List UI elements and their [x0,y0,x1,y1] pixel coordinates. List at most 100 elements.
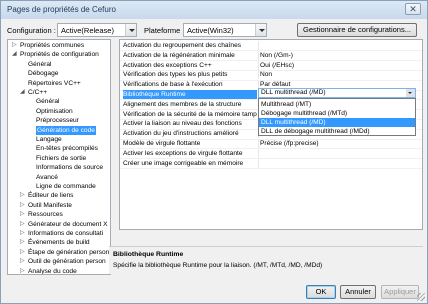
property-name: Activation de la régénération minimale [123,51,235,59]
cancel-button[interactable]: Annuler [340,285,376,299]
property-name: Créer une image corrigeable en mémoire [123,159,244,167]
tree-item[interactable]: Génération de code [36,125,96,135]
tree-item[interactable]: Débogage [28,69,58,78]
property-row[interactable]: Activation des exceptions C++ Oui (/EHsc) [120,60,422,70]
dropdown-option[interactable]: DLL de débogage multithread (/MDd) [259,127,415,136]
runtime-library-value: DLL multithread (/MD) [261,89,326,96]
expander-icon[interactable]: ▷ [20,229,25,238]
configuration-label: Configuration : [7,26,56,35]
property-name: Activation du jeu d'instructions amélior… [123,130,239,138]
tree-item[interactable]: Outil Manifeste [28,201,72,210]
tree-item[interactable]: Informations de source [36,163,103,172]
chevron-down-icon [125,24,136,36]
close-button[interactable]: ✕ [405,3,421,15]
tree-item[interactable]: Optimisation [36,107,73,116]
column-divider [258,60,259,70]
chevron-down-icon[interactable] [406,89,415,97]
runtime-library-select[interactable]: DLL multithread (/MD) [258,88,416,98]
ok-button[interactable]: OK [306,285,336,299]
dropdown-option[interactable]: Débogage multithread (/MTd) [259,109,415,118]
row-divider [120,167,422,169]
expander-icon[interactable]: ▷ [12,41,17,50]
tree-item[interactable]: Analyse du code [28,267,77,274]
tree-item[interactable]: Étape de génération person [28,248,109,257]
property-name: Vérifications de base à l'exécution [123,81,223,89]
expander-icon[interactable]: ◢ [20,88,25,97]
property-name: Activer les exceptions de virgule flotta… [123,149,243,157]
expander-icon[interactable]: ▷ [20,267,25,274]
tree-item[interactable]: C/C++ [28,88,47,97]
property-row[interactable]: Modèle de virgule flottante Précise (/fp:… [120,139,422,148]
property-name: Activation des exceptions C++ [123,61,212,69]
expander-icon[interactable]: ▷ [20,257,25,266]
description-heading: Bibliothèque Runtime [113,251,184,258]
tree-item[interactable]: Répertoires VC++ [28,79,81,88]
tree-item[interactable]: Préprocesseur [36,116,79,125]
property-name: Vérification des types les plus petits [123,71,228,79]
configuration-manager-button[interactable]: Gestionnaire de configurations... [297,23,417,37]
configuration-bar: Configuration : Active(Release) Platefor… [1,23,427,39]
property-name: Activation du regroupement des chaînes [123,42,242,49]
property-row[interactable]: Vérification des types les plus petits No… [120,70,422,80]
property-value[interactable]: Non (/Gm-) [260,51,293,60]
property-value[interactable]: Précise (/fp:precise) [260,139,319,148]
expander-icon[interactable]: ▷ [20,220,25,229]
property-name: Activer la liaison au niveau des fonctio… [123,120,242,128]
expander-icon[interactable]: ▷ [20,248,25,257]
tree-item[interactable]: Propriétés communes [20,41,84,50]
expander-icon[interactable]: ▷ [20,238,25,247]
expander-icon[interactable]: ▷ [20,201,25,210]
tree-item[interactable]: Éditeur de liens [28,191,73,200]
expander-icon[interactable]: ▷ [20,210,25,219]
platform-select[interactable]: Active(Win32) [183,23,267,37]
platform-value: Active(Win32) [187,26,234,35]
tree-item[interactable]: Ligne de commande [36,182,96,191]
column-divider [258,148,259,158]
column-divider [258,70,259,80]
tree-item[interactable]: Événements de build [28,238,90,247]
dropdown-option[interactable]: Multithread (/MT) [259,100,415,109]
platform-label: Plateforme : [144,26,185,35]
property-row[interactable]: Créer une image corrigeable en mémoire [120,158,422,168]
property-name: Modèle de virgule flottante [123,140,201,147]
dropdown-option[interactable]: DLL multithread (/MD) [259,118,415,127]
column-divider [258,41,259,50]
property-tree[interactable]: ▷ Propriétés communes ◢ Propriétés de confi… [7,39,111,275]
tree-item[interactable]: Fichiers de sortie [36,154,86,163]
tree-item[interactable]: Propriétés de configuration [20,50,99,59]
resize-grip-icon[interactable] [417,293,425,301]
description-text: Spécifie la bibliothèque Runtime pour la… [113,262,323,269]
expander-icon[interactable]: ◢ [12,50,17,59]
property-value[interactable]: Non [260,70,272,79]
tree-item[interactable]: En-têtes précompilés [36,144,98,153]
property-value[interactable]: Oui (/EHsc) [260,61,294,70]
apply-button[interactable]: Appliquer [381,285,419,299]
runtime-library-dropdown: Multithread (/MT) Débogage multithread (/… [258,98,416,136]
tree-item[interactable]: Général [28,60,51,69]
property-name: Vérification de la sécurité de la mémoir… [123,110,257,118]
tree-item[interactable]: Générateur de document X [28,220,108,229]
tree-item[interactable]: Langage [36,135,62,144]
property-pages-window: Pages de propriétés de Cefuro ✕ Configur… [0,0,428,304]
property-name: Alignement des membres de la structure [123,100,242,108]
property-row[interactable]: Activation de la régénération minimale No… [120,50,422,60]
chevron-down-icon [255,24,266,36]
description-panel: Bibliothèque Runtime Spécifie la bibliot… [109,246,423,274]
configuration-select[interactable]: Active(Release) [57,23,137,37]
tree-item[interactable]: Informations de consultati [28,229,103,238]
column-divider [258,139,259,148]
tree-item[interactable]: Outil de génération person [28,257,106,266]
column-divider [258,50,259,60]
tree-item[interactable]: Ressources [28,210,63,219]
column-divider [258,158,259,168]
property-name: Bibliothèque Runtime [123,90,257,99]
close-icon: ✕ [409,4,417,14]
configuration-value: Active(Release) [61,26,114,35]
tree-item[interactable]: Général [36,97,59,106]
window-title: Pages de propriétés de Cefuro [7,5,116,14]
property-row[interactable]: Activation du regroupement des chaînes [120,41,422,50]
tree-item[interactable]: Avancé [36,173,58,182]
property-row[interactable]: Activer les exceptions de virgule flotta… [120,148,422,158]
title-bar: Pages de propriétés de Cefuro ✕ [1,1,427,19]
expander-icon[interactable]: ▷ [20,191,25,200]
